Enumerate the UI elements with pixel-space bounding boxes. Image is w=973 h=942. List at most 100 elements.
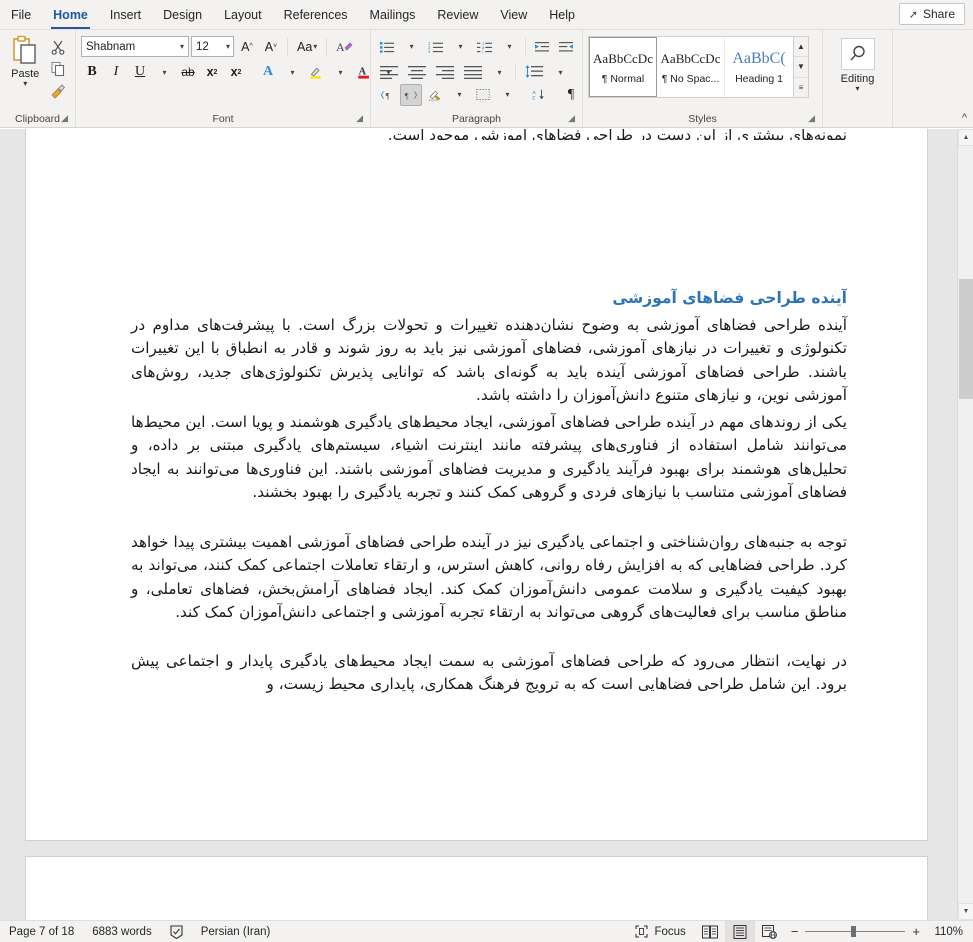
styles-scroll-up-icon[interactable]: ▲	[794, 37, 808, 58]
font-size-combobox[interactable]: 12 ▾	[191, 36, 234, 57]
word-count-label: 6883 words	[92, 925, 152, 938]
tab-home[interactable]: Home	[42, 4, 99, 29]
word-count[interactable]: 6883 words	[83, 921, 160, 942]
zoom-out-button[interactable]: −	[791, 924, 799, 939]
shrink-font-button[interactable]: A ˅	[260, 36, 282, 58]
multilevel-list-button[interactable]: 1 a i	[473, 36, 496, 58]
font-name-combobox[interactable]: Shabnam ▾	[81, 36, 189, 57]
show-formatting-marks-button[interactable]: ¶	[560, 84, 582, 106]
chevron-down-icon: ▾	[409, 42, 414, 51]
borders-dropdown[interactable]: ▾	[496, 84, 518, 106]
editing-button[interactable]: Editing ▾	[828, 33, 887, 111]
web-layout-button[interactable]	[755, 921, 785, 942]
page-indicator[interactable]: Page 7 of 18	[0, 921, 83, 942]
borders-button[interactable]	[472, 84, 494, 106]
share-button[interactable]: ➚ Share	[898, 3, 965, 25]
print-layout-icon	[733, 924, 747, 939]
format-painter-button[interactable]	[48, 81, 68, 101]
rtl-direction-button[interactable]: ¶	[400, 83, 422, 106]
styles-scroll-down-icon[interactable]: ▼	[794, 57, 808, 78]
document-page-1[interactable]: نمونه‌های بیشتری از این دست در طراحی فضا…	[25, 129, 928, 841]
superscript-button[interactable]: x2	[225, 61, 247, 83]
scrollbar-thumb[interactable]	[959, 279, 973, 399]
paste-button[interactable]: Paste ▾	[5, 33, 45, 111]
tab-layout[interactable]: Layout	[213, 4, 273, 29]
bullets-button[interactable]	[376, 36, 398, 58]
zoom-control[interactable]: − + 110%	[785, 924, 973, 939]
style-normal[interactable]: AaBbCcDc ¶ Normal	[589, 37, 657, 97]
paste-dropdown-caret-icon[interactable]: ▾	[23, 80, 27, 88]
ribbon-group-styles: AaBbCcDc ¶ Normal AaBbCcDc ¶ No Spac... …	[583, 30, 823, 127]
underline-button[interactable]: U	[129, 61, 151, 83]
cut-button[interactable]	[48, 37, 68, 57]
text-effects-button[interactable]: A	[257, 61, 279, 83]
editing-group-label	[828, 111, 887, 127]
justify-dropdown[interactable]: ▾	[488, 61, 510, 83]
line-spacing-dropdown[interactable]: ▾	[549, 61, 571, 83]
collapse-ribbon-icon[interactable]: ^	[962, 112, 967, 124]
italic-button[interactable]: I	[105, 61, 127, 83]
focus-mode-button[interactable]: Focus	[626, 921, 694, 942]
zoom-slider-thumb[interactable]	[851, 926, 857, 937]
document-page-2[interactable]: مسئولیت‌پذیری اجتماعی کمک کنند. این روند…	[25, 856, 928, 920]
increase-indent-button[interactable]	[555, 36, 577, 58]
grow-font-button[interactable]: A ^	[236, 36, 258, 58]
tab-help[interactable]: Help	[538, 4, 586, 29]
clipboard-dialog-launcher-icon[interactable]: ◢	[61, 110, 68, 126]
document-canvas: نمونه‌های بیشتری از این دست در طراحی فضا…	[0, 129, 973, 920]
shading-button[interactable]	[424, 84, 446, 106]
sort-button[interactable]: A Z	[528, 84, 550, 106]
justify-button[interactable]	[460, 61, 486, 83]
zoom-in-button[interactable]: +	[912, 924, 920, 939]
scroll-up-icon[interactable]: ▲	[958, 129, 973, 146]
paragraph-dialog-launcher-icon[interactable]: ◢	[568, 110, 575, 126]
change-case-button[interactable]: Aa ▾	[293, 36, 321, 58]
highlight-dropdown[interactable]: ▾	[329, 61, 351, 83]
scroll-down-icon[interactable]: ▼	[958, 903, 973, 920]
language-indicator[interactable]: Persian (Iran)	[192, 921, 280, 942]
tab-insert[interactable]: Insert	[99, 4, 152, 29]
shading-dropdown[interactable]: ▾	[448, 84, 470, 106]
align-right-icon	[436, 65, 454, 79]
tab-view[interactable]: View	[489, 4, 538, 29]
style-no-spacing[interactable]: AaBbCcDc ¶ No Spac...	[657, 37, 725, 97]
numbering-dropdown[interactable]: ▾	[449, 36, 471, 58]
ltr-direction-button[interactable]: ¶	[376, 84, 398, 106]
style-heading-1[interactable]: AaBbC( Heading 1	[725, 37, 793, 97]
proofing-status[interactable]	[161, 921, 192, 942]
align-right-button[interactable]	[432, 61, 458, 83]
tab-references[interactable]: References	[273, 4, 359, 29]
align-center-button[interactable]	[404, 61, 430, 83]
copy-button[interactable]	[48, 59, 68, 79]
read-mode-button[interactable]	[695, 921, 725, 942]
tab-design[interactable]: Design	[152, 4, 213, 29]
multilevel-list-dropdown[interactable]: ▾	[498, 36, 520, 58]
styles-dialog-launcher-icon[interactable]: ◢	[808, 110, 815, 126]
bullets-dropdown[interactable]: ▾	[400, 36, 422, 58]
highlight-button[interactable]	[305, 61, 327, 83]
clear-formatting-button[interactable]: A	[332, 36, 357, 58]
font-dialog-launcher-icon[interactable]: ◢	[356, 110, 363, 126]
numbering-button[interactable]: 1 2 3	[424, 36, 447, 58]
chevron-down-icon: ▾	[290, 67, 295, 77]
subscript-button[interactable]: x2	[201, 61, 223, 83]
tab-review[interactable]: Review	[426, 4, 489, 29]
editing-dropdown-caret-icon[interactable]: ▾	[855, 85, 859, 93]
line-spacing-button[interactable]	[521, 61, 547, 83]
decrease-indent-button[interactable]	[531, 36, 553, 58]
print-layout-button[interactable]	[724, 921, 755, 942]
increase-indent-icon	[558, 41, 574, 51]
underline-dropdown[interactable]: ▾	[153, 61, 175, 83]
bold-button[interactable]: B	[81, 61, 103, 83]
tab-file[interactable]: File	[0, 4, 42, 29]
styles-more-icon[interactable]: ≡	[794, 77, 808, 97]
strikethrough-button[interactable]: ab	[177, 61, 199, 83]
zoom-slider[interactable]	[805, 926, 906, 937]
divider	[515, 63, 516, 81]
align-left-button[interactable]	[376, 61, 402, 83]
vertical-scrollbar[interactable]: ▲ ▼	[957, 129, 973, 920]
tab-mailings[interactable]: Mailings	[359, 4, 427, 29]
zoom-level-label[interactable]: 110%	[927, 926, 963, 938]
styles-scrollbar[interactable]: ▲ ▼ ≡	[793, 37, 808, 97]
text-effects-dropdown[interactable]: ▾	[281, 61, 303, 83]
